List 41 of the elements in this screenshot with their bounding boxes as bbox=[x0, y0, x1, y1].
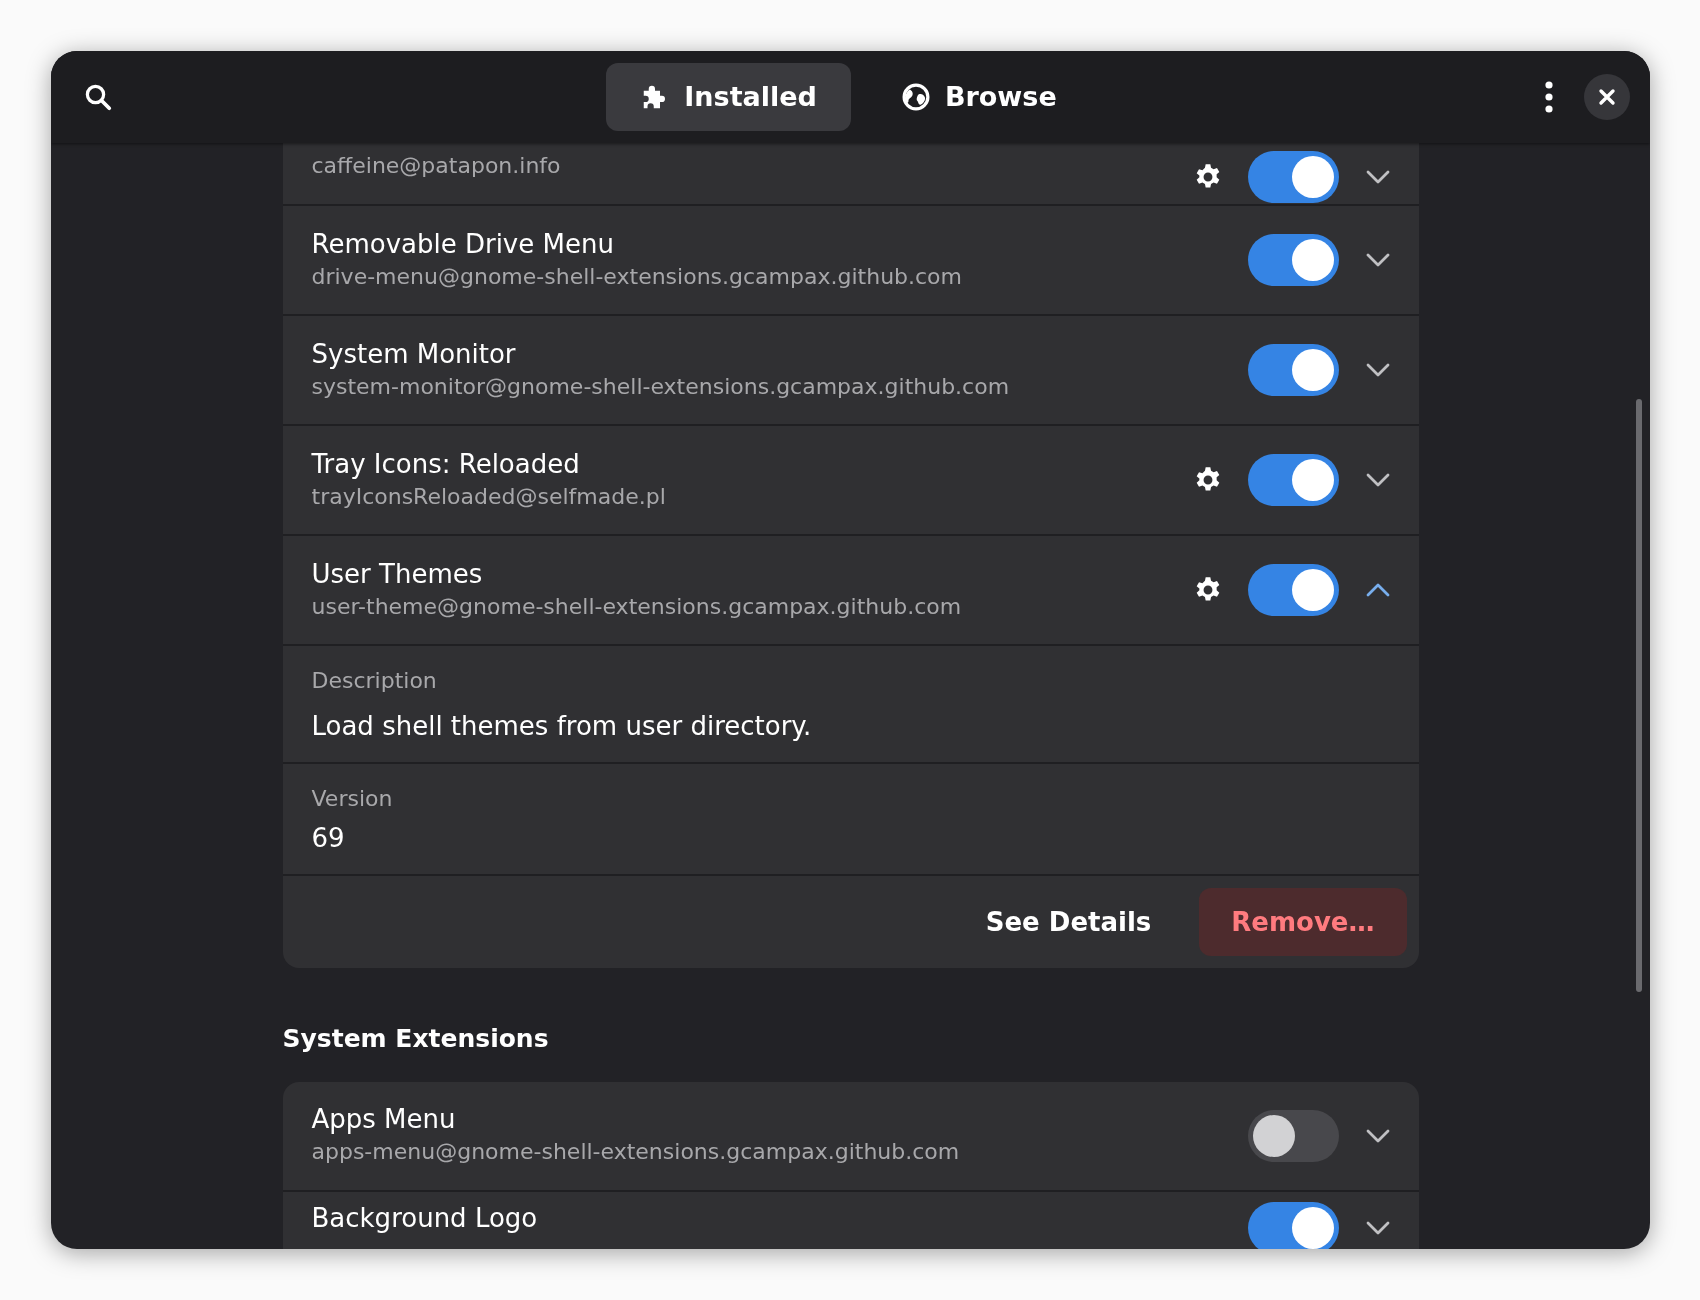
extension-id: system-monitor@gnome-shell-extensions.gcampax.github.com bbox=[311, 372, 1011, 401]
field-label: Version bbox=[311, 785, 394, 813]
chevron-up-icon[interactable] bbox=[1364, 582, 1391, 598]
toggle-switch[interactable] bbox=[1247, 234, 1339, 286]
close-icon bbox=[1598, 88, 1616, 106]
chevron-down-icon[interactable] bbox=[1364, 472, 1391, 488]
search-icon bbox=[83, 82, 113, 112]
section-heading: System Extensions bbox=[282, 1023, 550, 1055]
chevron-down-icon[interactable] bbox=[1364, 362, 1391, 378]
close-button[interactable] bbox=[1584, 74, 1630, 120]
globe-icon bbox=[900, 82, 931, 112]
extension-name: User Themes bbox=[311, 557, 484, 591]
remove-button[interactable]: Remove… bbox=[1199, 888, 1407, 956]
tab[interactable]: Installed bbox=[606, 63, 851, 131]
chevron-down-icon[interactable] bbox=[1364, 169, 1391, 185]
toggle-switch[interactable] bbox=[1247, 1109, 1339, 1162]
extension-id: drive-menu@gnome-shell-extensions.gcampax.github.com bbox=[311, 262, 963, 291]
description-text: Load shell themes from user directory. bbox=[311, 710, 813, 743]
extension-id: caffeine@patapon.info bbox=[311, 152, 562, 180]
toggle-switch[interactable] bbox=[1247, 344, 1339, 396]
extension-name: Apps Menu bbox=[311, 1103, 457, 1137]
field-label: Description bbox=[311, 667, 438, 695]
toggle-switch[interactable] bbox=[1247, 1201, 1339, 1249]
scrollbar[interactable] bbox=[1636, 399, 1642, 992]
more-icon bbox=[1544, 81, 1554, 113]
extension-name: Removable Drive Menu bbox=[311, 227, 615, 261]
version-text: 69 bbox=[311, 822, 346, 855]
extension-name: Tray Icons: Reloaded bbox=[311, 447, 581, 481]
toggle-switch[interactable] bbox=[1247, 454, 1339, 506]
chevron-down-icon[interactable] bbox=[1364, 252, 1391, 268]
chevron-down-icon[interactable] bbox=[1364, 1219, 1391, 1236]
chevron-down-icon[interactable] bbox=[1364, 1127, 1391, 1144]
extension-name: Background Logo bbox=[311, 1201, 539, 1235]
toggle-switch[interactable] bbox=[1247, 564, 1339, 616]
extension-name: System Monitor bbox=[311, 337, 517, 371]
see-details-button[interactable]: See Details bbox=[963, 888, 1174, 956]
extension-id: trayIconsReloaded@selfmade.pl bbox=[311, 482, 667, 511]
extension-id: apps-menu@gnome-shell-extensions.gcampax.github.com bbox=[311, 1138, 961, 1166]
tab[interactable]: Browse bbox=[866, 63, 1091, 131]
toggle-switch[interactable] bbox=[1247, 151, 1339, 203]
extension-id: user-theme@gnome-shell-extensions.gcampax.github.com bbox=[311, 592, 963, 621]
